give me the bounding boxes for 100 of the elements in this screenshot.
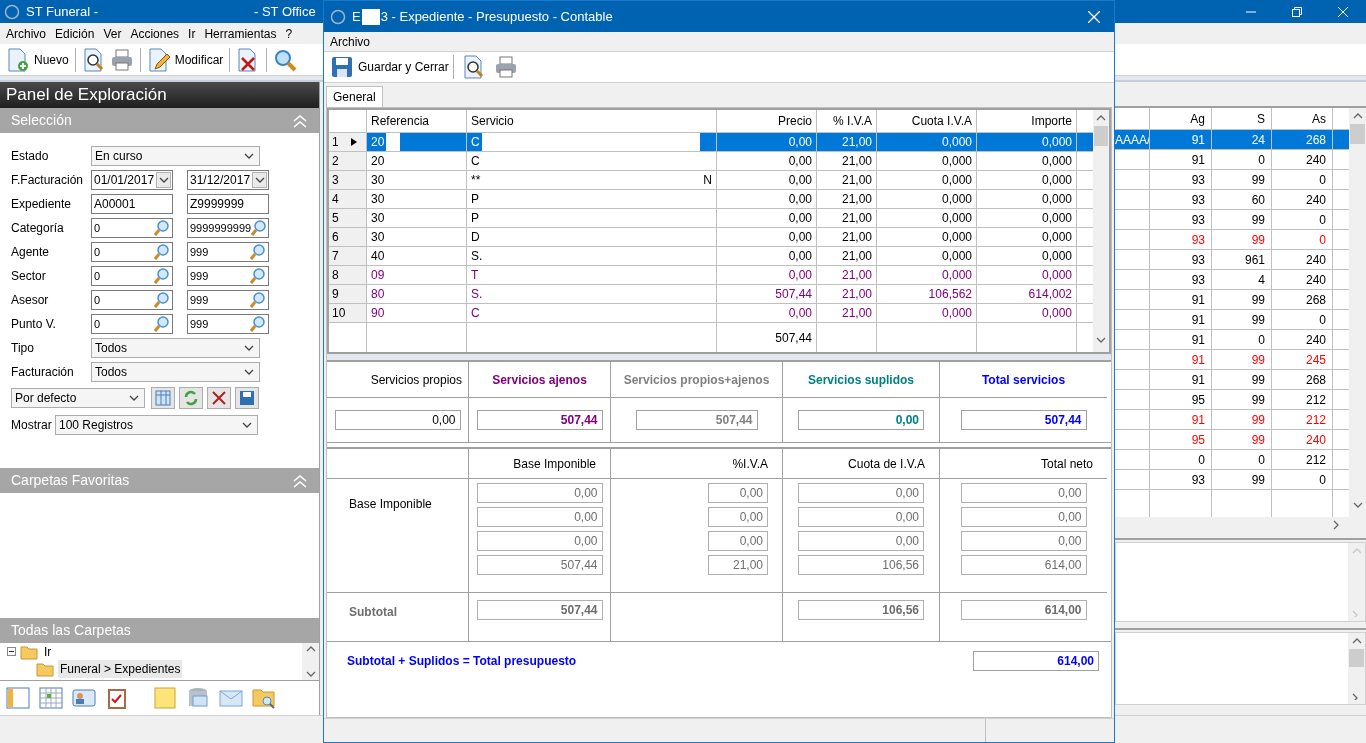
scroll-up-icon[interactable] bbox=[305, 645, 316, 653]
close-icon[interactable] bbox=[1338, 6, 1348, 17]
dropdown-field[interactable]: Todos bbox=[91, 338, 260, 358]
dropdown-field[interactable]: Por defecto bbox=[11, 388, 145, 408]
search-icon[interactable] bbox=[250, 268, 266, 284]
table-row[interactable]: 20 C 0,00 21,00 0,000 0,000 bbox=[367, 133, 1093, 151]
scroll-down-icon[interactable] bbox=[305, 670, 316, 678]
contact-card-icon[interactable] bbox=[72, 686, 96, 710]
search-icon[interactable] bbox=[154, 268, 170, 284]
column-header[interactable]: % I.V.A bbox=[817, 110, 877, 132]
date-field[interactable]: 01/01/2017 bbox=[91, 170, 173, 190]
value-field[interactable]: 507,44 bbox=[476, 555, 603, 575]
menu-item[interactable]: Edición bbox=[55, 24, 95, 43]
column-header[interactable]: Referencia bbox=[367, 110, 467, 132]
search-icon[interactable] bbox=[250, 316, 266, 332]
value-field[interactable]: 0,00 bbox=[476, 507, 603, 527]
value-field[interactable]: 507,44 bbox=[476, 600, 603, 620]
value-field[interactable]: 0,00 bbox=[798, 410, 924, 430]
table-row[interactable]: 30 ** N 0,00 21,00 0,000 0,000 bbox=[367, 171, 1077, 189]
table-row[interactable]: 30 P 0,00 21,00 0,000 0,000 bbox=[367, 190, 1077, 208]
value-field[interactable]: 507,44 bbox=[635, 410, 758, 430]
collapse-icon[interactable] bbox=[292, 112, 308, 129]
document-pencil-icon[interactable] bbox=[146, 47, 171, 72]
scroll-up-icon[interactable] bbox=[1352, 112, 1363, 120]
database-mail-icon[interactable] bbox=[186, 686, 210, 710]
close-icon[interactable] bbox=[1088, 10, 1100, 23]
toolbar-button[interactable]: Modificar bbox=[144, 45, 226, 74]
lookup-field[interactable]: 0 bbox=[91, 314, 173, 334]
toolbar-button[interactable]: Nuevo bbox=[4, 45, 71, 74]
list-view-icon[interactable] bbox=[6, 686, 30, 710]
scrollbar-track[interactable] bbox=[1348, 633, 1365, 704]
tree-item[interactable]: Funeral > Expedientes bbox=[58, 659, 183, 678]
column-header[interactable]: Ag bbox=[1150, 108, 1212, 129]
value-field[interactable]: 0,00 bbox=[476, 531, 603, 551]
column-header[interactable]: Cuota I.V.A bbox=[877, 110, 977, 132]
printer-icon[interactable] bbox=[493, 55, 518, 79]
column-header[interactable]: As bbox=[1272, 108, 1333, 129]
row-header[interactable]: 3 bbox=[329, 171, 367, 189]
menu-item[interactable]: ? bbox=[285, 24, 293, 43]
row-header[interactable]: 7 bbox=[329, 247, 367, 265]
value-field[interactable]: 507,44 bbox=[960, 410, 1087, 430]
lookup-field[interactable]: 0 bbox=[91, 266, 173, 286]
toolbar-button[interactable]: Guardar y Cerrar bbox=[330, 53, 449, 81]
row-header[interactable]: 1 bbox=[329, 133, 367, 151]
value-field[interactable]: 0,00 bbox=[708, 531, 768, 551]
column-header[interactable]: S bbox=[1212, 108, 1272, 129]
value-field[interactable]: 614,00 bbox=[973, 650, 1099, 671]
clipboard-check-icon[interactable] bbox=[105, 686, 129, 710]
dropdown-field[interactable]: 100 Registros bbox=[55, 415, 258, 435]
lookup-field[interactable]: 9999999999 bbox=[187, 218, 269, 238]
scrollbar-thumb[interactable] bbox=[1094, 126, 1108, 146]
row-header[interactable]: 6 bbox=[329, 228, 367, 246]
value-field[interactable]: 0,00 bbox=[960, 531, 1087, 551]
scroll-up-icon[interactable] bbox=[1096, 114, 1106, 122]
scroll-down-icon[interactable] bbox=[1096, 336, 1106, 344]
restore-icon[interactable] bbox=[1292, 6, 1302, 17]
table-row[interactable]: 09 T 0,00 21,00 0,000 0,000 bbox=[367, 266, 1077, 284]
column-header[interactable]: Precio bbox=[717, 110, 817, 132]
table-row[interactable]: 80 S. 507,44 21,00 106,562 614,002 bbox=[367, 285, 1077, 303]
value-field[interactable]: 0,00 bbox=[960, 483, 1087, 503]
search-icon[interactable] bbox=[273, 47, 298, 72]
collapse-icon[interactable] bbox=[292, 472, 308, 489]
scrollbar-thumb[interactable] bbox=[1349, 649, 1364, 667]
menu-item[interactable]: Ir bbox=[188, 24, 196, 43]
table-row[interactable]: 40 S. 0,00 21,00 0,000 0,000 bbox=[367, 247, 1077, 265]
menu-item[interactable]: Acciones bbox=[130, 24, 180, 43]
text-field[interactable]: A00001 bbox=[91, 194, 173, 214]
value-field[interactable]: 0,00 bbox=[798, 507, 924, 527]
table-row[interactable]: 30 P 0,00 21,00 0,000 0,000 bbox=[367, 209, 1077, 227]
row-header[interactable]: 4 bbox=[329, 190, 367, 208]
scroll-up-icon[interactable] bbox=[1351, 637, 1362, 645]
table-row[interactable]: 20 C 0,00 21,00 0,000 0,000 bbox=[367, 152, 1077, 170]
table-row[interactable]: 30 D 0,00 21,00 0,000 0,000 bbox=[367, 228, 1077, 246]
menu-item[interactable]: Archivo bbox=[330, 32, 370, 51]
menu-item[interactable]: Herramientas bbox=[204, 24, 277, 43]
tab[interactable]: General bbox=[326, 86, 383, 107]
document-search-icon[interactable] bbox=[81, 47, 106, 72]
lookup-field[interactable]: 0 bbox=[91, 242, 173, 262]
value-field[interactable]: 0,00 bbox=[708, 483, 768, 503]
lookup-field[interactable]: 999 bbox=[187, 290, 269, 310]
search-icon[interactable] bbox=[154, 220, 170, 236]
search-icon[interactable] bbox=[250, 244, 266, 260]
value-field[interactable]: 106,56 bbox=[798, 600, 924, 620]
value-field[interactable]: 0,00 bbox=[334, 410, 461, 430]
document-plus-icon[interactable] bbox=[6, 47, 30, 72]
search-icon[interactable] bbox=[251, 220, 268, 236]
column-header[interactable]: Servicio bbox=[467, 110, 717, 132]
scroll-down-icon[interactable] bbox=[1352, 501, 1363, 509]
lookup-field[interactable]: 999 bbox=[187, 266, 269, 286]
menu-item[interactable]: Ver bbox=[103, 24, 122, 43]
dropdown-field[interactable]: En curso bbox=[91, 146, 260, 166]
row-header[interactable]: 10 bbox=[329, 304, 367, 322]
value-field[interactable]: 0,00 bbox=[476, 483, 603, 503]
lookup-field[interactable]: 999 bbox=[187, 242, 269, 262]
calendar-icon[interactable] bbox=[39, 686, 63, 710]
row-header[interactable]: 8 bbox=[329, 266, 367, 284]
splitter-bar[interactable] bbox=[327, 354, 1111, 362]
dropdown-field[interactable]: Todos bbox=[91, 362, 260, 382]
scrollbar-track[interactable] bbox=[302, 643, 319, 680]
search-icon[interactable] bbox=[250, 292, 266, 308]
